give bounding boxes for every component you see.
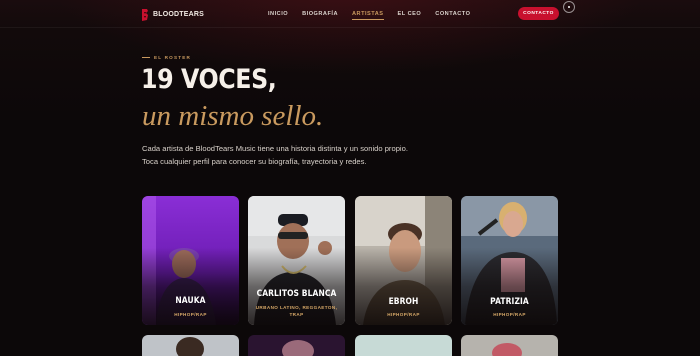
- eyebrow-line: [142, 57, 150, 58]
- intro-text: Cada artista de BloodTears Music tiene u…: [142, 143, 442, 168]
- logo[interactable]: BLOODTEARS: [141, 8, 204, 21]
- artist-name: CARLITOS BLANCA: [256, 288, 337, 298]
- artist-card-nauka[interactable]: NAUKA HIPHOP/RAP: [142, 196, 239, 325]
- menu-dot-icon[interactable]: [563, 1, 575, 13]
- blood-drop-logo-icon: [141, 8, 149, 21]
- artist-card-row2-4[interactable]: [461, 335, 558, 356]
- artist-name: NAUKA: [175, 295, 206, 305]
- nav-link-el-ceo[interactable]: EL CEO: [398, 11, 422, 17]
- artist-card-ebroh[interactable]: EBROH HIPHOP/RAP: [355, 196, 452, 325]
- artist-photo: [176, 337, 204, 356]
- artist-genre: HIPHOP/RAP: [387, 312, 420, 317]
- intro-line-2: Toca cualquier perfil para conocer su bi…: [142, 156, 367, 166]
- artist-genre: HIPHOP/RAP: [174, 312, 207, 317]
- logo-text: BLOODTEARS: [153, 10, 204, 18]
- page-background: [0, 0, 700, 356]
- nav-link-artistas[interactable]: ARTISTAS: [351, 11, 384, 20]
- artist-card-patrizia[interactable]: PATRIZIA HIPHOP/RAP: [461, 196, 558, 325]
- top-nav: BLOODTEARS INICIO BIOGRAFÍA ARTISTAS EL …: [0, 0, 700, 28]
- artist-card-row2-2[interactable]: [248, 335, 345, 356]
- artist-photo: [492, 343, 522, 356]
- intro-line-1: Cada artista de BloodTears Music tiene u…: [142, 144, 408, 153]
- card-shade: [142, 196, 239, 325]
- nav-link-contacto[interactable]: CONTACTO: [435, 11, 470, 17]
- contact-button[interactable]: CONTACTO: [518, 7, 559, 20]
- nav-links: INICIO BIOGRAFÍA ARTISTAS EL CEO CONTACT…: [268, 11, 484, 20]
- artist-card-row2-1[interactable]: [142, 335, 239, 356]
- artist-genre: HIPHOP/RAP: [493, 312, 526, 317]
- page-subtitle: un mismo sello.: [142, 100, 324, 132]
- artist-name: PATRIZIA: [490, 296, 529, 306]
- nav-link-biografia[interactable]: BIOGRAFÍA: [302, 11, 338, 17]
- page-title: 19 VOCES,: [141, 64, 277, 95]
- artist-card-carlitos-blanca[interactable]: CARLITOS BLANCA URBANO LATINO, REGGAETON…: [248, 196, 345, 325]
- nav-link-inicio[interactable]: INICIO: [268, 11, 288, 17]
- eyebrow-text: EL ROSTER: [154, 55, 192, 60]
- artist-genre: URBANO LATINO, REGGAETON, TRAP: [255, 305, 338, 317]
- artist-name: EBROH: [388, 296, 419, 306]
- eyebrow: EL ROSTER: [142, 55, 191, 60]
- artist-card-row2-3[interactable]: [355, 335, 452, 356]
- artist-photo: [282, 340, 314, 356]
